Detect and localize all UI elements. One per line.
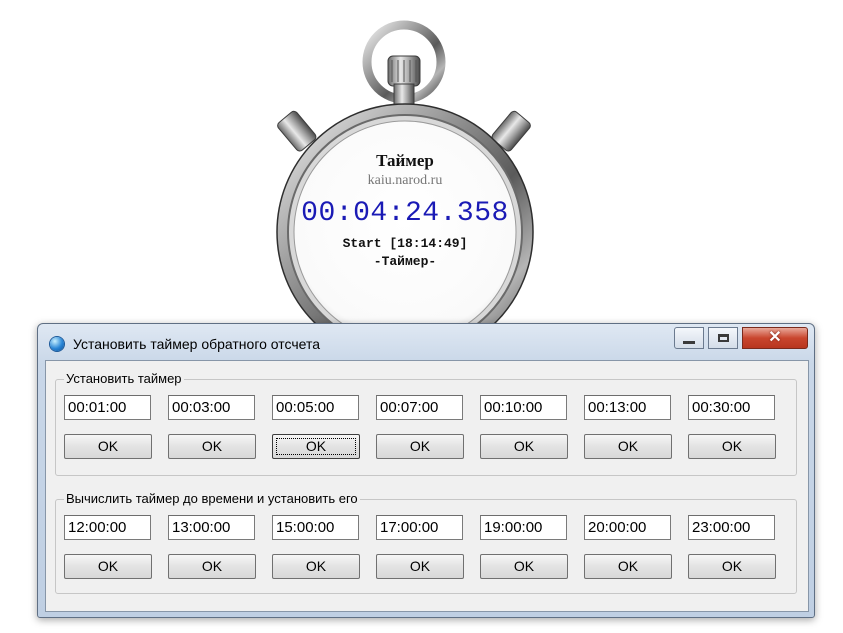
- minimize-button[interactable]: [674, 327, 704, 349]
- time-field-2[interactable]: 13:00:00: [168, 515, 255, 540]
- time-field-4[interactable]: 17:00:00: [376, 515, 463, 540]
- timer-field-5[interactable]: 00:10:00: [480, 395, 567, 420]
- until-time-group: Вычислить таймер до времени и установить…: [55, 491, 797, 594]
- close-button[interactable]: ✕: [742, 327, 808, 349]
- timer-field-1[interactable]: 00:01:00: [64, 395, 151, 420]
- close-icon: ✕: [768, 329, 782, 346]
- timer-ok-button-4[interactable]: OK: [376, 434, 464, 459]
- maximize-icon: [717, 334, 729, 342]
- title-bar[interactable]: Установить таймер обратного отсчета ✕: [38, 324, 814, 360]
- until-time-group-label: Вычислить таймер до времени и установить…: [64, 491, 360, 506]
- timer-ok-button-1[interactable]: OK: [64, 434, 152, 459]
- stopwatch-graphic: Таймер kaiu.narod.ru 00:04:24.358 Start …: [0, 0, 843, 361]
- time-ok-button-5[interactable]: OK: [480, 554, 568, 579]
- countdown-dialog: Установить таймер обратного отсчета ✕ Ус…: [37, 323, 815, 618]
- stopwatch-time: 00:04:24.358: [301, 198, 509, 229]
- set-timer-group-label: Установить таймер: [64, 371, 184, 386]
- time-ok-button-7[interactable]: OK: [688, 554, 776, 579]
- timer-ok-button-5[interactable]: OK: [480, 434, 568, 459]
- time-field-5[interactable]: 19:00:00: [480, 515, 567, 540]
- timer-ok-button-7[interactable]: OK: [688, 434, 776, 459]
- dialog-client-area: Установить таймер 00:01:00 00:03:00 00:0…: [45, 360, 809, 612]
- stopwatch-mode: -Таймер-: [373, 254, 437, 269]
- time-ok-button-6[interactable]: OK: [584, 554, 672, 579]
- timer-ok-button-6[interactable]: OK: [584, 434, 672, 459]
- timer-field-7[interactable]: 00:30:00: [688, 395, 775, 420]
- timer-field-3[interactable]: 00:05:00: [272, 395, 359, 420]
- time-field-6[interactable]: 20:00:00: [584, 515, 671, 540]
- time-ok-button-3[interactable]: OK: [272, 554, 360, 579]
- window-title: Установить таймер обратного отсчета: [73, 336, 321, 352]
- stopwatch-site: kaiu.narod.ru: [367, 173, 443, 188]
- time-ok-button-2[interactable]: OK: [168, 554, 256, 579]
- stopwatch-start: Start [18:14:49]: [342, 236, 468, 251]
- maximize-button[interactable]: [708, 327, 738, 349]
- timer-ok-button-2[interactable]: OK: [168, 434, 256, 459]
- set-timer-group: Установить таймер 00:01:00 00:03:00 00:0…: [55, 371, 797, 476]
- time-field-7[interactable]: 23:00:00: [688, 515, 775, 540]
- timer-field-6[interactable]: 00:13:00: [584, 395, 671, 420]
- time-ok-button-1[interactable]: OK: [64, 554, 152, 579]
- timer-field-4[interactable]: 00:07:00: [376, 395, 463, 420]
- stopwatch-title: Таймер: [376, 151, 434, 170]
- timer-field-2[interactable]: 00:03:00: [168, 395, 255, 420]
- time-field-3[interactable]: 15:00:00: [272, 515, 359, 540]
- app-icon: [50, 337, 64, 351]
- timer-ok-button-3[interactable]: OK: [272, 434, 360, 459]
- minimize-icon: [683, 340, 695, 344]
- time-field-1[interactable]: 12:00:00: [64, 515, 151, 540]
- time-ok-button-4[interactable]: OK: [376, 554, 464, 579]
